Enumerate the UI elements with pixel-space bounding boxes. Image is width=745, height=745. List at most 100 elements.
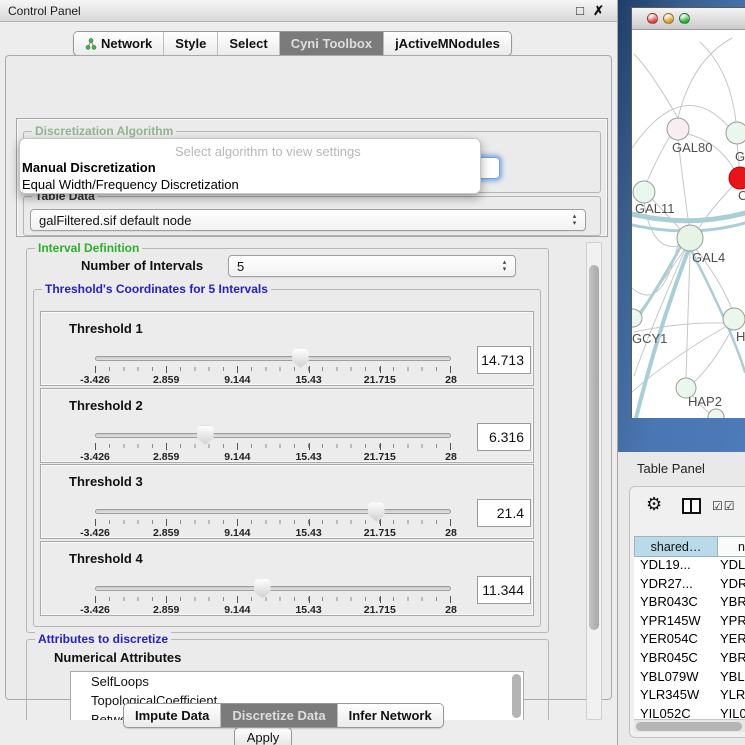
- threshold-slider[interactable]: -3.4262.8599.14415.4321.71528: [95, 352, 451, 384]
- threshold-slider[interactable]: -3.4262.8599.14415.4321.71528: [95, 429, 451, 461]
- cell-shared-name: YBL079W: [634, 669, 720, 684]
- cell-shared-name: YBR045C: [634, 650, 720, 665]
- tab-impute-data[interactable]: Impute Data: [124, 704, 220, 727]
- slider-tick-label: -3.426: [80, 527, 110, 539]
- table-horizontal-scrollbar[interactable]: [634, 719, 745, 732]
- slider-thumb[interactable]: [291, 349, 309, 368]
- table-row[interactable]: YPR145WYPR1: [634, 613, 745, 632]
- control-panel-titlebar: Control Panel □ ✗: [0, 0, 617, 22]
- threshold-value-field[interactable]: [477, 423, 531, 451]
- zoom-traffic-light[interactable]: [679, 13, 690, 24]
- table-row[interactable]: YLR345WYLR3: [634, 687, 745, 706]
- tab-label: jActiveMNodules: [395, 36, 500, 51]
- slider-tick-label: 2.859: [153, 451, 179, 463]
- slider-major-tick: [309, 519, 310, 526]
- node-label: H: [736, 329, 745, 344]
- threshold-value-field[interactable]: [477, 499, 531, 527]
- node-label: GAL4: [692, 250, 725, 265]
- slider-major-tick: [309, 443, 310, 450]
- slider-major-tick: [450, 366, 451, 373]
- slider-track[interactable]: [95, 509, 451, 514]
- slider-major-tick: [166, 596, 167, 603]
- network-node-hap2[interactable]: [708, 409, 724, 418]
- tab-discretize-data[interactable]: Discretize Data: [220, 704, 336, 727]
- select-columns-icon[interactable]: ☑☑: [712, 499, 736, 513]
- num-intervals-label: Number of Intervals: [81, 258, 203, 273]
- network-node-gal11[interactable]: [677, 225, 703, 251]
- network-window-titlebar: [632, 8, 745, 30]
- slider-tick-label: 15.43: [295, 527, 321, 539]
- network-node-g[interactable]: [729, 167, 745, 189]
- gear-icon[interactable]: ⚙: [646, 494, 662, 515]
- network-node[interactable]: [726, 122, 745, 144]
- network-desktop-area: GAL80GCGAL11GAL4GCY1HHAP2: [618, 0, 745, 452]
- tab-network[interactable]: Network: [74, 32, 163, 55]
- cell-name: YBR0: [720, 650, 745, 665]
- split-columns-icon[interactable]: [682, 498, 701, 514]
- algorithm-option-manual[interactable]: Manual Discretization: [22, 160, 156, 175]
- edge: [694, 329, 732, 382]
- slider-thumb[interactable]: [196, 426, 214, 445]
- network-canvas[interactable]: GAL80GCGAL11GAL4GCY1HHAP2: [632, 30, 745, 418]
- threshold-value-field[interactable]: [477, 346, 531, 374]
- tab-select[interactable]: Select: [217, 32, 278, 55]
- table-row[interactable]: YBL079WYBL0: [634, 669, 745, 688]
- num-intervals-combobox[interactable]: 5 ▴▾: [228, 255, 516, 277]
- threshold-box-4: Threshold 4-3.4262.8599.14415.4321.71528: [40, 541, 534, 616]
- slider-track[interactable]: [95, 586, 451, 591]
- table-row[interactable]: YIL052CYIL0: [634, 706, 745, 719]
- slider-major-tick: [237, 519, 238, 526]
- tab-cyni-toolbox[interactable]: Cyni Toolbox: [279, 32, 383, 55]
- float-window-icon[interactable]: □: [576, 3, 584, 18]
- algorithm-placeholder-item[interactable]: Select algorithm to view settings: [175, 144, 361, 159]
- slider-thumb[interactable]: [367, 502, 385, 521]
- slider-tick-label: 15.43: [295, 451, 321, 463]
- tab-style[interactable]: Style: [163, 32, 217, 55]
- tab-infer-network[interactable]: Infer Network: [337, 704, 443, 727]
- cell-name: YPR1: [720, 613, 745, 628]
- cell-name: YER0: [720, 631, 745, 646]
- control-panel-window: Control Panel □ ✗ Network Style SelectCyni…: [0, 0, 618, 745]
- table-row[interactable]: YBR043CYBR0: [634, 594, 745, 613]
- close-traffic-light[interactable]: [647, 13, 658, 24]
- cell-name: YBR0: [720, 594, 745, 609]
- close-window-icon[interactable]: ✗: [593, 3, 604, 19]
- slider-tick-label: 9.144: [224, 451, 250, 463]
- slider-thumb[interactable]: [253, 579, 271, 598]
- table-row[interactable]: YDR27...YDR2: [634, 576, 745, 595]
- algorithm-option-equal-width[interactable]: Equal Width/Frequency Discretization: [22, 177, 239, 192]
- table-row[interactable]: YBR045CYBR0: [634, 650, 745, 669]
- list-scrollbar-thumb[interactable]: [512, 674, 521, 718]
- tab-label: Network: [101, 36, 152, 51]
- table-row[interactable]: YDL19...YDL1: [634, 557, 745, 576]
- settings-vertical-scrollbar[interactable]: [586, 242, 602, 720]
- tab-label: Infer Network: [349, 708, 432, 723]
- settings-scrollbar-thumb[interactable]: [589, 265, 599, 630]
- node-table-rows: YDL19...YDL1YDR27...YDR2YBR043CYBR0YPR14…: [634, 557, 745, 719]
- tab-jactivemnodules[interactable]: jActiveMNodules: [383, 32, 511, 55]
- network-node-gal80[interactable]: [667, 118, 689, 140]
- network-node-gcy1[interactable]: [723, 308, 745, 330]
- slider-major-tick: [450, 596, 451, 603]
- slider-track[interactable]: [95, 433, 451, 438]
- threshold-slider[interactable]: -3.4262.8599.14415.4321.71528: [95, 582, 451, 614]
- tab-label: Style: [175, 36, 206, 51]
- minimize-traffic-light[interactable]: [663, 13, 674, 24]
- attribute-item[interactable]: SelfLoops: [71, 672, 523, 691]
- discretization-algorithm-label: Discretization Algorithm: [32, 124, 176, 138]
- threshold-slider[interactable]: -3.4262.8599.14415.4321.71528: [95, 505, 451, 537]
- slider-track[interactable]: [95, 356, 451, 361]
- column-header-shared-name[interactable]: shared…: [634, 536, 718, 557]
- threshold-value-field[interactable]: [477, 576, 531, 604]
- table-hscrollbar-thumb[interactable]: [636, 722, 742, 731]
- table-data-combobox[interactable]: galFiltered.sif default node ▴▾: [30, 209, 586, 231]
- edge: [700, 42, 736, 122]
- network-node-c[interactable]: [633, 181, 655, 203]
- column-header-name[interactable]: na: [718, 536, 745, 557]
- cell-name: YDR2: [720, 576, 745, 591]
- slider-tick-label: 15.43: [295, 374, 321, 386]
- slider-major-tick: [380, 519, 381, 526]
- apply-button[interactable]: Apply: [234, 727, 292, 745]
- slider-minor-ticks: [95, 520, 451, 524]
- table-row[interactable]: YER054CYER0: [634, 631, 745, 650]
